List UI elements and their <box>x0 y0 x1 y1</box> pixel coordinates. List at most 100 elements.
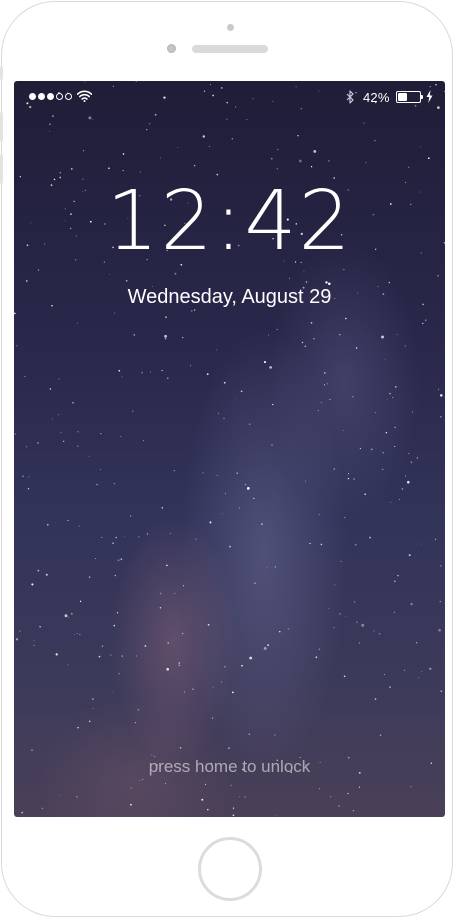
star <box>224 493 226 495</box>
star <box>141 371 143 374</box>
star <box>416 457 419 459</box>
star <box>159 592 162 595</box>
unlock-hint: press home to unlock <box>148 757 311 776</box>
front-camera <box>167 44 176 53</box>
star <box>339 334 341 336</box>
star <box>274 734 276 736</box>
star <box>49 388 52 390</box>
star <box>24 375 26 377</box>
star <box>263 361 267 364</box>
star <box>324 372 326 374</box>
star <box>238 507 240 509</box>
star <box>45 573 48 576</box>
star <box>201 798 204 801</box>
star <box>217 412 219 414</box>
star <box>386 399 388 400</box>
star <box>410 461 413 463</box>
star <box>166 377 169 380</box>
lock-screen-time: 12:42 <box>106 174 353 269</box>
star <box>304 345 307 348</box>
star <box>410 786 412 788</box>
star <box>248 423 251 425</box>
star <box>146 129 148 131</box>
star <box>232 807 235 809</box>
star <box>378 632 381 635</box>
star <box>221 681 223 683</box>
star <box>122 153 125 155</box>
star <box>182 632 184 635</box>
star <box>15 638 19 641</box>
star <box>269 366 272 369</box>
star <box>49 130 51 132</box>
star <box>381 335 384 339</box>
star <box>101 536 103 539</box>
star <box>339 613 341 615</box>
star <box>420 543 422 545</box>
star <box>88 456 90 458</box>
signal-dot <box>56 93 63 100</box>
cellular-signal-icon <box>29 93 72 100</box>
star <box>344 317 347 320</box>
lock-screen[interactable]: 42% 12:42 Wednesday, August 29 press hom… <box>14 81 445 817</box>
star <box>301 341 304 344</box>
star <box>71 168 73 170</box>
star <box>33 644 35 646</box>
star <box>16 345 18 347</box>
battery-terminal <box>421 95 423 99</box>
star <box>55 653 58 656</box>
star <box>347 792 349 795</box>
star <box>125 279 128 282</box>
star <box>52 115 54 117</box>
phone-frame: 42% 12:42 Wednesday, August 29 press hom… <box>0 1 453 917</box>
proximity-sensor <box>227 24 234 31</box>
star <box>317 409 319 412</box>
star <box>120 435 122 437</box>
star <box>221 513 223 515</box>
star <box>272 403 274 406</box>
star <box>75 795 78 798</box>
star <box>320 543 323 546</box>
star <box>438 388 440 390</box>
star <box>41 807 43 809</box>
home-button[interactable] <box>198 837 262 901</box>
star <box>124 536 126 538</box>
star <box>228 747 230 749</box>
star <box>99 468 101 470</box>
star <box>216 349 218 351</box>
star <box>113 483 115 485</box>
star <box>216 474 218 476</box>
star <box>297 135 299 137</box>
star <box>382 468 384 470</box>
battery-level-fill <box>398 93 407 101</box>
lock-screen-date: Wednesday, August 29 <box>127 286 332 308</box>
star <box>374 698 377 700</box>
star <box>72 401 74 404</box>
star <box>318 648 321 650</box>
star <box>353 478 355 480</box>
star <box>31 583 34 586</box>
star <box>396 333 398 336</box>
star <box>330 796 332 798</box>
star <box>190 365 192 367</box>
star <box>223 381 226 384</box>
star <box>182 336 184 339</box>
star <box>270 157 273 160</box>
star <box>363 122 365 124</box>
star <box>183 691 185 693</box>
star <box>329 399 331 400</box>
star <box>211 717 214 719</box>
star <box>130 515 132 517</box>
star <box>358 642 361 644</box>
star <box>425 319 427 321</box>
star <box>114 312 116 314</box>
star <box>407 480 410 484</box>
star <box>37 269 40 271</box>
signal-dot <box>38 93 45 100</box>
star <box>179 746 182 749</box>
star <box>28 476 30 478</box>
star <box>355 347 358 349</box>
star <box>394 426 396 429</box>
star <box>240 390 243 393</box>
star <box>231 138 233 140</box>
star <box>248 733 250 735</box>
